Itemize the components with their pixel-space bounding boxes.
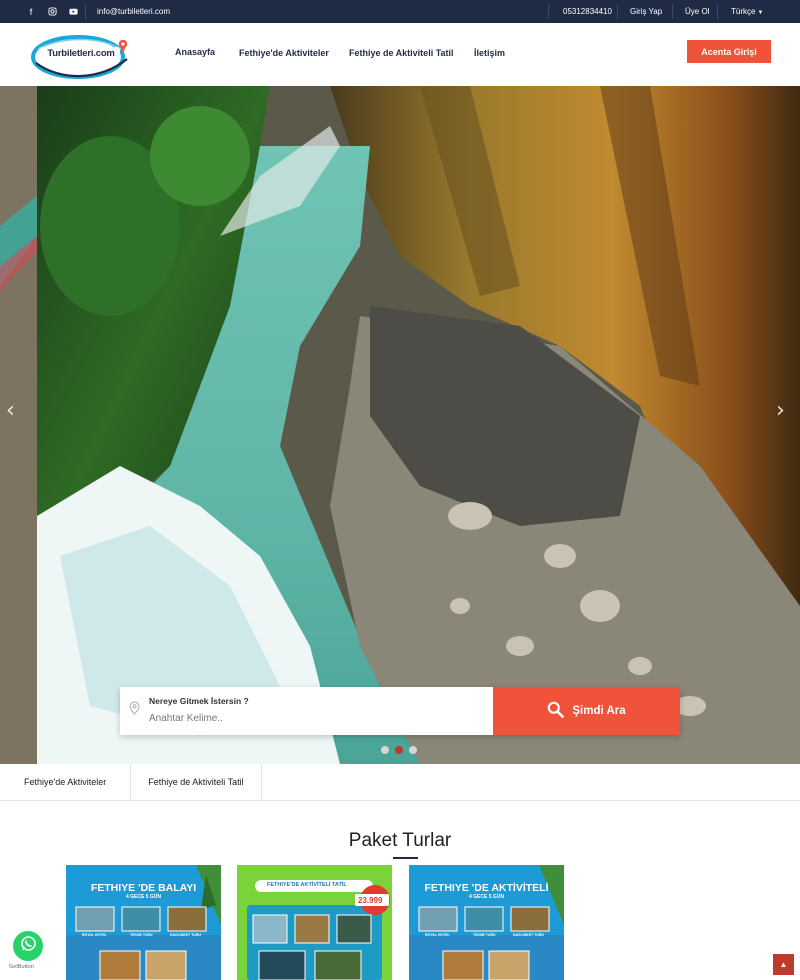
search-label: Nereye Gitmek İstersin ? — [149, 696, 249, 706]
login-link[interactable]: Giriş Yap — [630, 7, 662, 16]
contact-email[interactable]: info@turbiletleri.com — [97, 7, 170, 16]
tour-card-tag: DAGLINEST TURU — [170, 933, 201, 937]
facebook-icon[interactable]: f — [26, 7, 36, 17]
top-bar: f info@turbiletleri.com 05312834410 Giri… — [0, 0, 800, 23]
search-bar: Nereye Gitmek İstersin ? Şimdi Ara — [120, 687, 680, 735]
register-link[interactable]: Üye Ol — [685, 7, 709, 16]
slide-dot-active[interactable] — [395, 746, 403, 754]
divider — [548, 4, 549, 19]
language-label: Türkçe — [731, 7, 756, 16]
slide-dot[interactable] — [409, 746, 417, 754]
nav-contact[interactable]: İletişim — [474, 24, 505, 81]
nav-home[interactable]: Anasayfa — [175, 23, 215, 80]
back-to-top-button[interactable]: ▲ — [773, 954, 794, 975]
destination-field: Nereye Gitmek İstersin ? — [120, 687, 493, 735]
search-button-label: Şimdi Ara — [572, 705, 626, 717]
tab-activity-holiday[interactable]: Fethiye de Aktiviteli Tatil — [131, 764, 262, 800]
nav-activity-holiday[interactable]: Fethiye de Aktiviteli Tatil — [349, 24, 454, 81]
slide-dot[interactable] — [381, 746, 389, 754]
tour-card[interactable]: FETHIYE 'DE BALAYI 4 GECE 5 GÜN ROYAL HO… — [66, 865, 221, 980]
tour-card[interactable]: FETHIYE 'DE AKTİVİTELİ 4 GECE 5 GÜN ROYA… — [409, 865, 564, 980]
contact-phone[interactable]: 05312834410 — [563, 7, 612, 16]
divider — [672, 4, 673, 19]
chevron-up-icon: ▲ — [779, 960, 788, 969]
social-links: f — [26, 0, 78, 23]
search-icon — [547, 701, 565, 721]
youtube-icon[interactable] — [68, 7, 78, 17]
tour-card-subtitle: 4 GECE 5 GÜN — [468, 894, 504, 900]
prev-slide-icon[interactable]: ‹ — [6, 398, 15, 423]
instagram-icon[interactable] — [47, 7, 57, 17]
tour-card-price: 23.999 — [358, 896, 383, 905]
hero-slider: ‹ › — [0, 86, 800, 764]
site-logo[interactable]: Turbiletleri.com — [30, 29, 132, 81]
tour-card-subtitle: 4 GECE 5 GÜN — [125, 894, 161, 900]
category-tabs: Fethiye'de Aktiviteler Fethiye de Aktivi… — [0, 764, 800, 801]
agent-login-button[interactable]: Acenta Girişi — [687, 40, 771, 63]
tour-card[interactable]: FETHIYE'DE AKTİVİTELİ TATİL 23.999 — [237, 865, 392, 980]
divider — [85, 4, 86, 19]
nav-fethiye-activities[interactable]: Fethiye'de Aktiviteler — [239, 24, 329, 81]
chevron-down-icon: ▼ — [757, 10, 764, 16]
search-input[interactable] — [149, 710, 479, 726]
hero-image — [0, 86, 800, 764]
section-title: Paket Turlar — [348, 830, 452, 851]
site-header: Turbiletleri.com Anasayfa Fethiye'de Akt… — [0, 23, 800, 86]
tour-card-tag: ROYAL HOTEL — [425, 933, 450, 937]
divider — [717, 4, 718, 19]
whatsapp-button[interactable] — [13, 931, 43, 961]
location-pin-icon — [129, 701, 140, 720]
tour-card-title: FETHIYE'DE AKTİVİTELİ TATİL — [267, 882, 347, 888]
logo-text: Turbiletleri.com — [47, 48, 115, 59]
language-select[interactable]: Türkçe ▼ — [731, 7, 763, 16]
tour-card-tag: TEKNE TURU — [473, 933, 496, 937]
tour-card-tag: TEKNE TURU — [130, 933, 153, 937]
whatsapp-icon — [20, 935, 37, 957]
slider-dots — [381, 746, 417, 754]
divider — [617, 4, 618, 19]
tab-fethiye-activities[interactable]: Fethiye'de Aktiviteler — [0, 764, 132, 800]
tour-card-tag: DAGLINEST TURU — [513, 933, 544, 937]
tour-card-tag: ROYAL HOTEL — [82, 933, 107, 937]
getbutton-label[interactable]: GetButton — [9, 964, 34, 970]
section-underline — [393, 857, 418, 859]
tour-card-title: FETHIYE 'DE AKTİVİTELİ — [424, 882, 549, 894]
tour-card-title: FETHIYE 'DE BALAYI — [90, 882, 197, 894]
next-slide-icon[interactable]: › — [776, 398, 785, 423]
search-button[interactable]: Şimdi Ara — [493, 687, 680, 735]
